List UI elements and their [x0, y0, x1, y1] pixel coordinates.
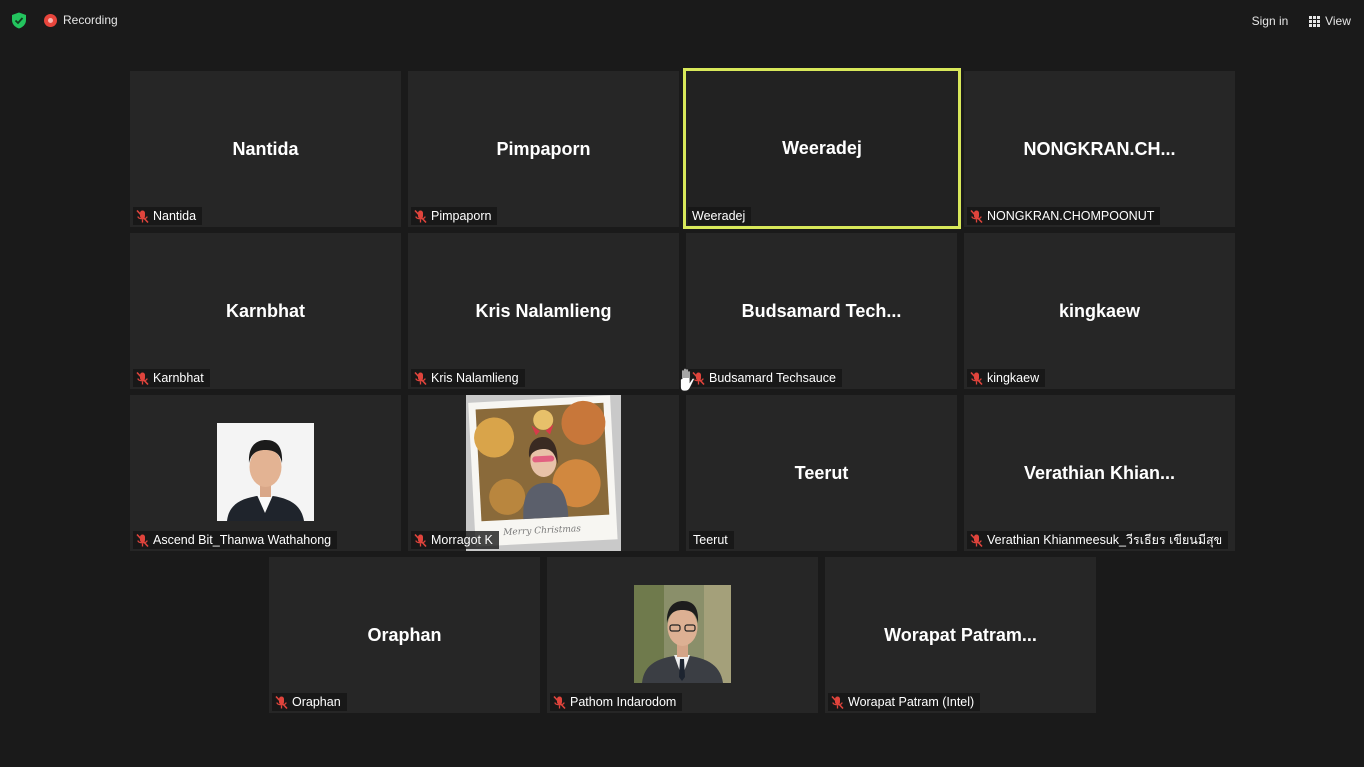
participant-name-label: Worapat Patram (Intel): [828, 693, 981, 711]
mic-muted-icon: [831, 695, 844, 709]
participant-display-name: Kris Nalamlieng: [475, 300, 612, 321]
participant-display-name: Nantida: [232, 138, 299, 159]
participant-name-label: Weeradej: [688, 207, 752, 225]
participant-label-text: Nantida: [153, 209, 197, 223]
video-tile[interactable]: Oraphan Oraphan: [269, 557, 540, 713]
participant-label-text: Worapat Patram (Intel): [848, 695, 975, 709]
participant-display-name: Karnbhat: [225, 300, 305, 321]
participant-label-text: Pimpaporn: [431, 209, 492, 223]
active-speaker-tile[interactable]: Weeradej Weeradej: [683, 68, 961, 229]
participant-name-label: Nantida: [133, 207, 203, 225]
video-tile[interactable]: Worapat Patram... Worapat Patram (Intel): [825, 557, 1096, 713]
participant-display-name: Pimpaporn: [496, 138, 591, 159]
participant-name-label: Ascend Bit_Thanwa Wathahong: [133, 531, 338, 549]
participant-name-label: kingkaew: [967, 369, 1046, 387]
participant-label-text: Karnbhat: [153, 371, 204, 385]
participant-profile-photo: [634, 585, 731, 683]
participant-profile-photo: [217, 423, 314, 521]
video-tile[interactable]: Pathom Indarodom: [547, 557, 818, 713]
participant-name-label: Budsamard Techsauce: [689, 369, 842, 387]
participant-display-name: Weeradej: [782, 138, 862, 158]
participant-label-text: Kris Nalamlieng: [431, 371, 519, 385]
participant-display-name: Verathian Khian...: [1023, 462, 1176, 483]
participant-label-text: Budsamard Techsauce: [709, 371, 836, 385]
participant-label-text: kingkaew: [987, 371, 1040, 385]
meeting-top-bar: Recording Sign in View: [0, 0, 1364, 42]
grid-view-icon: [1309, 15, 1321, 27]
participant-label-text: Pathom Indarodom: [570, 695, 677, 709]
video-tile[interactable]: Teerut Teerut: [686, 395, 957, 551]
participant-display-name: Teerut: [794, 462, 849, 483]
video-tile[interactable]: kingkaew kingkaew: [964, 233, 1235, 389]
video-tile[interactable]: Ascend Bit_Thanwa Wathahong: [130, 395, 401, 551]
video-tile[interactable]: Merry Christmas Morragot K: [408, 395, 679, 551]
participant-label-text: Morragot K: [431, 533, 493, 547]
participant-name-label: Teerut: [689, 531, 734, 549]
mic-muted-icon: [414, 533, 427, 547]
participant-name-label: Pimpaporn: [411, 207, 498, 225]
participant-name-label: Oraphan: [272, 693, 347, 711]
shield-check-icon[interactable]: [11, 12, 27, 29]
mic-muted-icon: [970, 533, 983, 547]
participant-label-text: Teerut: [693, 533, 728, 547]
mic-muted-icon: [136, 533, 149, 547]
participant-display-name: Budsamard Tech...: [741, 300, 902, 321]
participant-profile-photo: Merry Christmas: [466, 395, 621, 551]
participant-name-label: Karnbhat: [133, 369, 210, 387]
participant-name-label: Kris Nalamlieng: [411, 369, 525, 387]
view-label: View: [1325, 14, 1351, 28]
participant-name-label: Morragot K: [411, 531, 499, 549]
sign-in-button[interactable]: Sign in: [1240, 7, 1300, 35]
mic-muted-icon: [970, 371, 983, 385]
mic-muted-icon: [136, 371, 149, 385]
recording-indicator[interactable]: Recording: [44, 13, 118, 27]
participant-label-text: Verathian Khianmeesuk_วีรเธียร เขียนมีสุ…: [987, 533, 1223, 547]
participant-name-label: Verathian Khianmeesuk_วีรเธียร เขียนมีสุ…: [967, 531, 1229, 549]
participant-name-label: NONGKRAN.CHOMPOONUT: [967, 207, 1161, 225]
video-tile[interactable]: Pimpaporn Pimpaporn: [408, 71, 679, 227]
participant-name-label: Pathom Indarodom: [550, 693, 683, 711]
view-button[interactable]: View: [1304, 7, 1356, 35]
mic-muted-icon: [414, 371, 427, 385]
record-dot-icon: [44, 13, 57, 27]
mic-muted-icon: [136, 209, 149, 223]
participant-label-text: Ascend Bit_Thanwa Wathahong: [153, 533, 332, 547]
mic-muted-icon: [970, 209, 983, 223]
participant-display-name: Oraphan: [367, 624, 442, 645]
participant-display-name: Worapat Patram...: [884, 624, 1037, 645]
raised-hand-icon: [680, 367, 695, 392]
mic-muted-icon: [553, 695, 566, 709]
participant-display-name: kingkaew: [1058, 300, 1141, 321]
video-tile[interactable]: Budsamard Tech... Budsamard Techsauce: [686, 233, 957, 389]
video-tile[interactable]: Karnbhat Karnbhat: [130, 233, 401, 389]
recording-label: Recording: [63, 13, 118, 27]
participant-label-text: NONGKRAN.CHOMPOONUT: [987, 209, 1155, 223]
video-tile[interactable]: Kris Nalamlieng Kris Nalamlieng: [408, 233, 679, 389]
video-tile[interactable]: Verathian Khian... Verathian Khianmeesuk…: [964, 395, 1235, 551]
participant-display-name: NONGKRAN.CH...: [1023, 138, 1176, 159]
video-tile[interactable]: NONGKRAN.CH... NONGKRAN.CHOMPOONUT: [964, 71, 1235, 227]
video-tile[interactable]: Nantida Nantida: [130, 71, 401, 227]
mic-muted-icon: [275, 695, 288, 709]
participant-label-text: Oraphan: [292, 695, 341, 709]
participant-label-text: Weeradej: [692, 209, 746, 223]
mic-muted-icon: [414, 209, 427, 223]
